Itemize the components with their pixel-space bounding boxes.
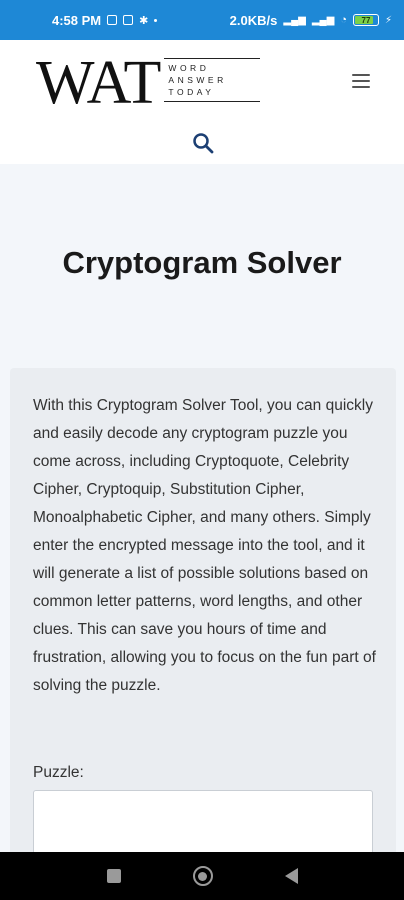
battery-icon: 77 <box>352 14 379 26</box>
wifi-icon: ◔ <box>340 14 347 26</box>
notification-icon <box>123 15 134 25</box>
network-speed: 2.0KB/s <box>229 12 278 28</box>
logo-line-answer: ANSWER <box>168 75 227 85</box>
search-icon[interactable] <box>192 132 214 154</box>
page-title: Cryptogram Solver <box>62 245 342 280</box>
puzzle-label: Puzzle: <box>33 764 84 781</box>
logo-subtitle: WORD ANSWER TODAY <box>164 58 261 102</box>
signal-icon: ▂▄▆ <box>283 14 306 26</box>
sim-icon <box>107 15 118 25</box>
more-notifications-icon <box>154 18 158 22</box>
system-nav-bar <box>0 852 404 900</box>
solver-card: With this Cryptogram Solver Tool, you ca… <box>10 368 396 870</box>
logo-line-today: TODAY <box>168 87 215 97</box>
settings-icon: ✱ <box>139 14 149 27</box>
charging-icon: ⚡ <box>384 14 392 26</box>
tool-description: With this Cryptogram Solver Tool, you ca… <box>33 397 376 694</box>
signal-icon-2: ▂▄▆ <box>311 14 335 26</box>
site-logo[interactable]: WAT WORD ANSWER TODAY <box>36 49 261 117</box>
battery-level: 77 <box>361 15 371 25</box>
home-icon[interactable] <box>192 866 213 886</box>
recent-apps-icon[interactable] <box>106 869 121 883</box>
status-time: 4:58 PM <box>52 12 102 28</box>
hamburger-icon[interactable] <box>352 74 370 88</box>
logo-line-word: WORD <box>168 63 210 73</box>
logo-wordmark: WAT <box>36 49 161 117</box>
back-icon[interactable] <box>284 868 298 884</box>
status-bar: 4:58 PM ✱ 2.0KB/s ▂▄▆ ▂▄▆ ◔ 77 ⚡ <box>0 0 404 40</box>
site-header: WAT WORD ANSWER TODAY <box>0 40 404 164</box>
